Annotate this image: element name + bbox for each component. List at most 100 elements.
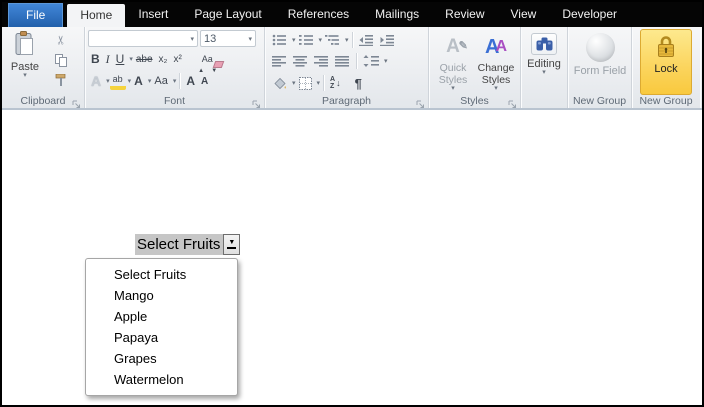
bold-button[interactable]: B <box>88 50 103 68</box>
align-right-icon <box>314 55 328 67</box>
dropdown-arrow-underline <box>227 247 237 249</box>
bullets-arrow-icon[interactable]: ▾ <box>292 36 296 44</box>
show-hide-formatting-button[interactable]: ¶ <box>352 74 365 92</box>
ribbon-tab-bar: File Home Insert Page Layout References … <box>2 2 702 27</box>
shading-button[interactable] <box>269 74 290 92</box>
dropdown-option-grapes[interactable]: Grapes <box>86 348 237 369</box>
justify-button[interactable] <box>332 52 353 70</box>
font-color-button[interactable]: A <box>131 72 146 90</box>
tab-home[interactable]: Home <box>67 4 126 27</box>
dropdown-option-select-fruits[interactable]: Select Fruits <box>86 264 237 285</box>
lock-button[interactable]: Lock <box>640 29 692 95</box>
shading-bucket-icon <box>274 77 286 89</box>
align-left-icon <box>272 55 286 67</box>
quick-styles-icon: A ✎ <box>446 36 468 57</box>
highlight-button[interactable]: ab <box>109 72 126 90</box>
decrease-indent-icon <box>358 35 373 46</box>
paste-dropdown-arrow-icon[interactable]: ▾ <box>5 72 45 79</box>
font-size-combobox[interactable]: 13 ▾ <box>200 30 256 47</box>
group-editing: Editing ▾ <box>521 27 568 108</box>
bullets-button[interactable] <box>269 31 290 49</box>
tab-file[interactable]: File <box>8 3 64 27</box>
justify-icon <box>335 55 349 67</box>
align-left-button[interactable] <box>269 52 290 70</box>
editing-arrow-icon[interactable]: ▾ <box>525 69 563 76</box>
copy-button[interactable] <box>49 52 73 68</box>
change-case-button[interactable]: Aa <box>151 72 170 90</box>
new-group-lock-label: New Group <box>639 95 693 107</box>
quick-styles-arrow-icon: ▾ <box>451 85 455 92</box>
strikethrough-button[interactable]: abe <box>133 50 156 68</box>
change-styles-button[interactable]: AA Change Styles ▾ <box>475 32 517 92</box>
multilevel-list-button[interactable] <box>322 31 343 49</box>
tab-insert[interactable]: Insert <box>125 2 181 27</box>
numbering-icon <box>298 35 313 45</box>
paragraph-dialog-launcher[interactable] <box>416 96 425 108</box>
form-field-button[interactable]: Form Field <box>570 29 630 77</box>
align-center-button[interactable] <box>290 52 311 70</box>
cut-button[interactable]: ✂ <box>49 32 73 48</box>
font-size-arrow-icon[interactable]: ▾ <box>248 35 252 43</box>
font-group-label: Font <box>163 95 185 107</box>
borders-icon <box>298 76 312 90</box>
format-painter-button[interactable] <box>49 72 73 88</box>
tab-page-layout[interactable]: Page Layout <box>181 2 274 27</box>
clipboard-dialog-launcher[interactable] <box>72 96 81 108</box>
dropdown-arrow-icon: ▼ <box>228 239 236 247</box>
line-spacing-button[interactable] <box>360 52 382 70</box>
borders-arrow-icon[interactable]: ▾ <box>317 79 321 87</box>
group-styles: A ✎ Quick Styles ▾ AA Change Styles ▾ Sty… <box>429 27 521 108</box>
styles-dialog-launcher[interactable] <box>508 96 517 108</box>
multilevel-arrow-icon[interactable]: ▾ <box>345 36 349 44</box>
font-dialog-launcher[interactable] <box>252 96 261 108</box>
underline-button[interactable]: U <box>113 50 128 68</box>
superscript-button[interactable]: x² <box>170 50 184 68</box>
clear-formatting-button[interactable]: Aa <box>199 50 216 68</box>
shrink-arrow-icon: ▼ <box>211 68 218 74</box>
shrink-font-button[interactable]: A ▼ <box>198 68 217 90</box>
divider <box>179 73 181 89</box>
italic-button[interactable]: I <box>103 50 113 68</box>
paste-button[interactable]: Paste ▾ <box>5 31 45 91</box>
quick-styles-button[interactable]: A ✎ Quick Styles ▾ <box>432 32 474 92</box>
numbering-button[interactable] <box>296 31 317 49</box>
increase-indent-button[interactable] <box>377 31 398 49</box>
editing-button[interactable]: Editing ▾ <box>525 33 563 76</box>
multilevel-list-icon <box>325 35 340 45</box>
grow-font-button[interactable]: A ▲ <box>183 68 204 90</box>
tab-mailings[interactable]: Mailings <box>362 2 432 27</box>
word-window: File Home Insert Page Layout References … <box>0 0 704 407</box>
shading-arrow-icon[interactable]: ▾ <box>292 79 296 87</box>
styles-group-label: Styles <box>460 95 489 107</box>
tab-references[interactable]: References <box>275 2 362 27</box>
align-right-button[interactable] <box>311 52 332 70</box>
padlock-icon <box>655 36 677 63</box>
font-name-combobox[interactable]: ▾ <box>88 30 198 47</box>
text-effects-button[interactable]: A <box>88 72 104 90</box>
sort-down-arrow-icon: ↓ <box>336 78 341 88</box>
subscript-button[interactable]: x₂ <box>156 50 171 68</box>
tab-view[interactable]: View <box>498 2 550 27</box>
borders-button[interactable] <box>296 74 315 92</box>
tab-developer[interactable]: Developer <box>549 2 630 27</box>
dropdown-field-value[interactable]: Select Fruits <box>135 234 224 255</box>
dropdown-option-mango[interactable]: Mango <box>86 285 237 306</box>
dropdown-option-papaya[interactable]: Papaya <box>86 327 237 348</box>
sort-button[interactable]: AZ ↓ <box>327 74 344 92</box>
change-case-arrow-icon[interactable]: ▾ <box>173 77 177 85</box>
font-name-arrow-icon[interactable]: ▾ <box>190 35 194 43</box>
dropdown-option-apple[interactable]: Apple <box>86 306 237 327</box>
clipboard-small-buttons: ✂ <box>49 32 73 88</box>
dropdown-field-button[interactable]: ▼ <box>223 234 241 255</box>
paragraph-group-label: Paragraph <box>321 95 372 107</box>
divider <box>351 32 353 48</box>
line-spacing-arrow-icon[interactable]: ▾ <box>384 57 388 65</box>
decrease-indent-button[interactable] <box>356 31 377 49</box>
tab-review[interactable]: Review <box>432 2 497 27</box>
dropdown-form-field[interactable]: Select Fruits ▼ <box>135 234 241 255</box>
group-new-group-form: Form Field New Group <box>568 27 632 108</box>
dropdown-option-watermelon[interactable]: Watermelon <box>86 369 237 390</box>
font-size-value: 13 <box>204 32 217 45</box>
document-area[interactable]: Select Fruits ▼ Select Fruits Mango Appl… <box>2 112 702 405</box>
change-styles-arrow-icon[interactable]: ▾ <box>475 85 517 92</box>
